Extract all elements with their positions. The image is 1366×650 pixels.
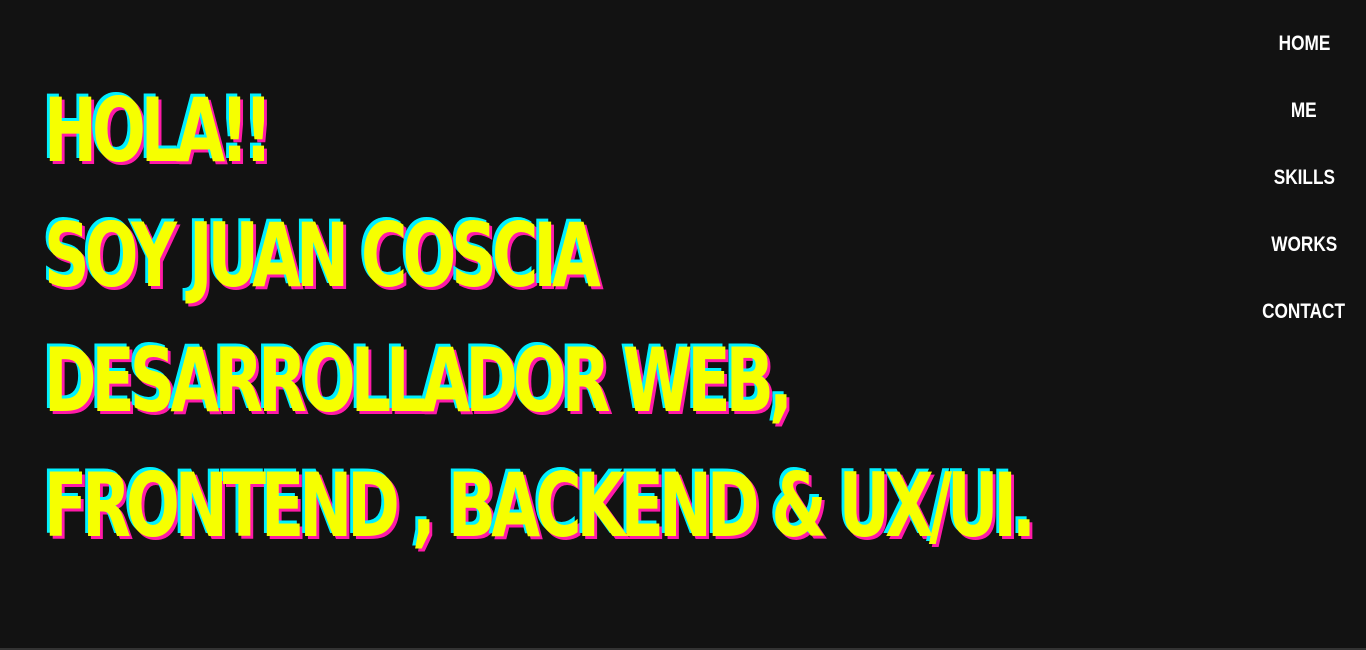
nav-item-works: WORKS [1242, 225, 1366, 292]
hero-line-specialties: FRONTEND , BACKEND & UX/UI. [44, 454, 1036, 557]
hero-line-greeting: HOLA!! [44, 79, 273, 182]
hero-line-name: SOY JUAN COSCIA [44, 204, 601, 307]
main-nav: HOME ME SKILLS WORKS CONTACT [1242, 24, 1366, 359]
hero-line-role: DESARROLLADOR WEB, [44, 329, 793, 432]
nav-link-contact[interactable]: CONTACT [1263, 292, 1346, 332]
nav-link-me[interactable]: ME [1291, 91, 1317, 131]
nav-link-home[interactable]: HOME [1278, 24, 1330, 64]
page: HOLA!! SOY JUAN COSCIA DESARROLLADOR WEB… [0, 0, 1366, 650]
nav-item-contact: CONTACT [1242, 292, 1366, 359]
nav-link-skills[interactable]: SKILLS [1273, 158, 1334, 198]
nav-item-me: ME [1242, 91, 1366, 158]
nav-link-works[interactable]: WORKS [1271, 225, 1337, 265]
nav-item-home: HOME [1242, 24, 1366, 91]
nav-item-skills: SKILLS [1242, 158, 1366, 225]
hero-heading: HOLA!! SOY JUAN COSCIA DESARROLLADOR WEB… [44, 79, 1366, 582]
